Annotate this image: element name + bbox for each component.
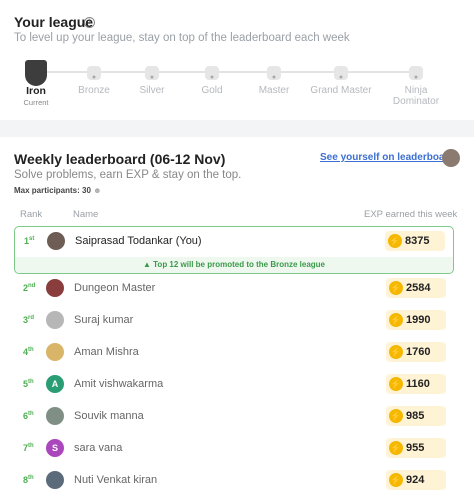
rank-label: 6th [23,411,34,421]
exp-badge: ⚡ 2584 [386,278,446,298]
my-avatar[interactable] [442,149,460,167]
tier-gold[interactable]: ● Gold [177,60,247,96]
exp-badge: ⚡ 924 [386,470,446,490]
tier-name: Ninja Dominator [392,85,440,107]
leaderboard-title: Weekly leaderboard (06-12 Nov) [14,151,226,167]
exp-badge: ⚡ 985 [386,406,446,426]
users-icon: ☻ [93,186,102,195]
rank-label: 1st [24,236,35,246]
exp-value: 924 [406,474,425,486]
user-name: Souvik manna [74,410,144,422]
rank-label: 4th [23,347,34,357]
iron-shield-icon [25,60,47,86]
leaderboard-row-3[interactable]: 3rd Suraj kumar ⚡ 1990 [14,306,454,336]
tier-master[interactable]: ● Master [239,60,309,96]
max-participants-text: Max participants: 30 [14,186,91,195]
leaderboard-row-5[interactable]: 5th A Amit vishwakarma ⚡ 1160 [14,370,454,400]
exp-badge: ⚡ 955 [386,438,446,458]
exp-value: 8375 [405,235,430,247]
avatar-initial: S [46,439,64,457]
leaderboard-row-7[interactable]: 7th S sara vana ⚡ 955 [14,434,454,464]
tier-grand-master[interactable]: ● Grand Master [306,60,376,96]
exp-badge: ⚡ 8375 [385,231,445,251]
exp-value: 2584 [406,282,431,294]
rank-label: 5th [23,379,34,389]
leaderboard-row-6[interactable]: 6th Souvik manna ⚡ 985 [14,402,454,432]
bolt-icon: ⚡ [389,441,403,455]
lock-icon: ● [334,66,348,81]
avatar [46,311,64,329]
lock-icon: ● [145,66,159,81]
leaderboard-card: Weekly leaderboard (06-12 Nov) Solve pro… [0,137,474,500]
user-name: Dungeon Master [74,282,156,294]
rank-label: 8th [23,475,34,485]
tier-name: Grand Master [310,85,372,96]
lock-icon: ● [205,66,219,81]
leaderboard-row-8[interactable]: 8th Nuti Venkat kiran ⚡ 924 [14,466,454,496]
exp-badge: ⚡ 1990 [386,310,446,330]
exp-badge: ⚡ 1760 [386,342,446,362]
lock-icon: ● [267,66,281,81]
rank-label: 2nd [23,283,36,293]
col-exp: EXP earned this week [364,209,458,220]
avatar-initial: A [46,375,64,393]
avatar [46,279,64,297]
user-name: Aman Mishra [74,346,139,358]
exp-value: 1760 [406,346,431,358]
bolt-icon: ⚡ [389,281,403,295]
tier-ninja-dominator[interactable]: ● Ninja Dominator [381,60,451,107]
rank-label: 7th [23,443,34,453]
user-name: sara vana [74,442,123,454]
exp-badge: ⚡ 1160 [386,374,446,394]
info-icon[interactable]: i [84,17,95,28]
promotion-text: Top 12 will be promoted to the Bronze le… [153,260,326,269]
bolt-icon: ⚡ [389,313,403,327]
bolt-icon: ⚡ [389,473,403,487]
avatar [47,232,65,250]
see-yourself-link[interactable]: See yourself on leaderboard [320,152,455,163]
bolt-icon: ⚡ [389,409,403,423]
league-subtitle: To level up your league, stay on top of … [14,32,350,44]
avatar [46,471,64,489]
bolt-icon: ⚡ [389,377,403,391]
max-participants: Max participants: 30 ☻ [14,186,102,195]
col-rank: Rank [20,209,43,220]
leaderboard-row-2[interactable]: 2nd Dungeon Master ⚡ 2584 [14,274,454,304]
exp-value: 985 [406,410,425,422]
bolt-icon: ⚡ [388,234,402,248]
leaderboard-row-1[interactable]: 1st Saiprasad Todankar (You) ⚡ 8375 ▲ To… [14,226,454,274]
rank-label: 3rd [23,315,35,325]
lock-icon: ● [409,66,423,81]
leaderboard-subtitle: Solve problems, earn EXP & stay on the t… [14,169,242,181]
avatar [46,407,64,425]
user-name: Nuti Venkat kiran [74,474,158,486]
exp-value: 1160 [406,378,430,390]
user-name: Suraj kumar [74,314,134,326]
user-name: Saiprasad Todankar (You) [75,235,202,247]
col-name: Name [73,209,99,220]
lock-icon: ● [87,66,101,81]
bolt-icon: ⚡ [389,345,403,359]
up-arrow-icon: ▲ [142,260,151,269]
user-name: Amit vishwakarma [74,378,164,390]
exp-value: 955 [406,442,425,454]
promotion-banner: ▲ Top 12 will be promoted to the Bronze … [15,257,453,273]
tier-current-label: Current [23,98,49,107]
league-card: Your league i To level up your league, s… [0,0,474,120]
exp-value: 1990 [406,314,431,326]
leaderboard-row-4[interactable]: 4th Aman Mishra ⚡ 1760 [14,338,454,368]
avatar [46,343,64,361]
tier-name: Gold [201,85,223,96]
tier-name: Master [258,85,290,96]
league-title: Your league [14,14,94,30]
